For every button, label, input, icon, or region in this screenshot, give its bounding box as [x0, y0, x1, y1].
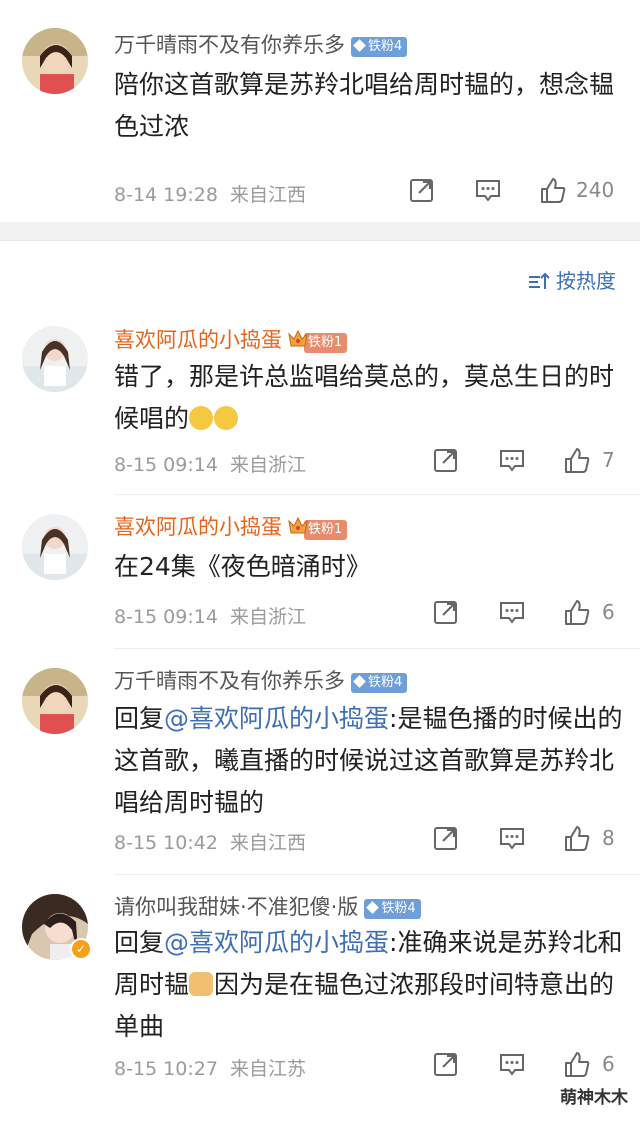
- comment-meta: 8-15 09:14 来自浙江: [114, 450, 306, 477]
- share-icon[interactable]: [432, 598, 460, 626]
- user-avatar[interactable]: [22, 326, 88, 392]
- mention-link[interactable]: @喜欢阿瓜的小捣蛋: [164, 928, 389, 957]
- comment-icon[interactable]: [498, 446, 526, 474]
- username[interactable]: 喜欢阿瓜的小捣蛋 铁粉1: [114, 514, 348, 541]
- comment-text: 错了，那是许总监唱给莫总的，莫总生日的时候唱的: [114, 356, 624, 440]
- reply-prefix: 回复: [114, 704, 165, 733]
- comment-actions: 6: [432, 598, 618, 628]
- user-avatar[interactable]: [22, 28, 88, 94]
- share-icon[interactable]: [432, 1050, 460, 1078]
- username-text[interactable]: 万千晴雨不及有你养乐多: [114, 669, 345, 693]
- doge-emoji: [189, 972, 214, 996]
- crown-icon: 铁粉1: [288, 328, 348, 354]
- share-icon[interactable]: [432, 446, 460, 474]
- verified-icon: ✓: [70, 938, 92, 960]
- crown-icon: 铁粉1: [288, 515, 348, 541]
- username[interactable]: 万千晴雨不及有你养乐多 铁粉4: [114, 32, 408, 58]
- like-icon[interactable]: [562, 824, 592, 854]
- comment-time: 8-15 09:14: [114, 454, 218, 476]
- username-text[interactable]: 万千晴雨不及有你养乐多: [114, 33, 345, 57]
- like-count: 7: [602, 448, 615, 472]
- like-count: 6: [602, 600, 615, 624]
- comment-time: 8-14 19:28: [114, 184, 218, 206]
- comment-actions: 8: [432, 824, 618, 854]
- fan-badge[interactable]: 铁粉4: [351, 37, 408, 57]
- like-icon[interactable]: [538, 176, 568, 206]
- fan-badge[interactable]: 铁粉1: [304, 333, 348, 353]
- divider: [114, 494, 640, 495]
- gem-icon: [353, 675, 366, 688]
- sort-icon: [528, 272, 550, 289]
- comment-location: 来自江西: [230, 184, 307, 206]
- like-count: 240: [576, 178, 615, 202]
- comment-icon[interactable]: [498, 824, 526, 852]
- comment-actions: 7: [432, 446, 618, 476]
- comment-meta: 8-15 10:42 来自江西: [114, 828, 306, 855]
- comment-time: 8-15 10:27: [114, 1058, 218, 1080]
- comment-location: 来自浙江: [230, 606, 307, 628]
- laugh-cry-emoji: [214, 406, 239, 430]
- username-text[interactable]: 喜欢阿瓜的小捣蛋: [114, 328, 282, 352]
- comment-location: 来自江西: [230, 832, 307, 854]
- fan-badge[interactable]: 铁粉1: [304, 520, 348, 540]
- like-icon[interactable]: [562, 446, 592, 476]
- comment-meta: 8-15 10:27 来自江苏: [114, 1054, 306, 1081]
- comment-text: 回复@喜欢阿瓜的小捣蛋:准确来说是苏羚北和周时韫 因为是在韫色过浓那段时间特意出的…: [114, 922, 624, 1048]
- username[interactable]: 万千晴雨不及有你养乐多 铁粉4: [114, 668, 408, 694]
- comment-text: 回复@喜欢阿瓜的小捣蛋:是韫色播的时候出的这首歌，曦直播的时候说过这首歌算是苏羚…: [114, 698, 624, 824]
- comment-text: 在24集《夜色暗涌时》: [114, 552, 371, 581]
- comment-meta: 8-14 19:28 来自江西: [114, 180, 306, 207]
- comment-text: 陪你这首歌算是苏羚北唱给周时韫的，想念韫色过浓: [114, 70, 615, 141]
- watermark: 萌神木木: [560, 1088, 628, 1108]
- like-count: 8: [602, 826, 615, 850]
- reply-prefix: 回复: [114, 928, 165, 957]
- section-divider: [0, 222, 640, 241]
- like-icon[interactable]: [562, 598, 592, 628]
- comment-meta: 8-15 09:14 来自浙江: [114, 602, 306, 629]
- user-avatar[interactable]: [22, 668, 88, 734]
- username-text[interactable]: 喜欢阿瓜的小捣蛋: [114, 515, 282, 539]
- comment-icon[interactable]: [474, 176, 502, 204]
- like-icon[interactable]: [562, 1050, 592, 1080]
- sort-by-hot-button[interactable]: 按热度: [528, 265, 616, 294]
- username[interactable]: 喜欢阿瓜的小捣蛋 铁粉1: [114, 327, 348, 354]
- comment-location: 来自浙江: [230, 454, 307, 476]
- divider: [114, 648, 640, 649]
- comment-icon[interactable]: [498, 1050, 526, 1078]
- comment-actions: 6: [432, 1050, 618, 1080]
- user-avatar[interactable]: [22, 514, 88, 580]
- comment-time: 8-15 09:14: [114, 606, 218, 628]
- username-text[interactable]: 请你叫我甜妹·不准犯傻·版: [114, 895, 358, 919]
- divider: [114, 874, 640, 875]
- sort-label: 按热度: [556, 269, 616, 293]
- comment-actions: 240: [408, 176, 618, 206]
- mention-link[interactable]: @喜欢阿瓜的小捣蛋: [164, 704, 389, 733]
- username[interactable]: 请你叫我甜妹·不准犯傻·版 铁粉4: [114, 894, 421, 920]
- share-icon[interactable]: [432, 824, 460, 852]
- share-icon[interactable]: [408, 176, 436, 204]
- fan-badge[interactable]: 铁粉4: [364, 899, 421, 919]
- like-count: 6: [602, 1052, 615, 1076]
- fan-badge[interactable]: 铁粉4: [351, 673, 408, 693]
- comment-icon[interactable]: [498, 598, 526, 626]
- laugh-cry-emoji: [189, 406, 214, 430]
- comment-location: 来自江苏: [230, 1058, 307, 1080]
- comment-time: 8-15 10:42: [114, 832, 218, 854]
- gem-icon: [366, 901, 380, 914]
- gem-icon: [353, 39, 366, 52]
